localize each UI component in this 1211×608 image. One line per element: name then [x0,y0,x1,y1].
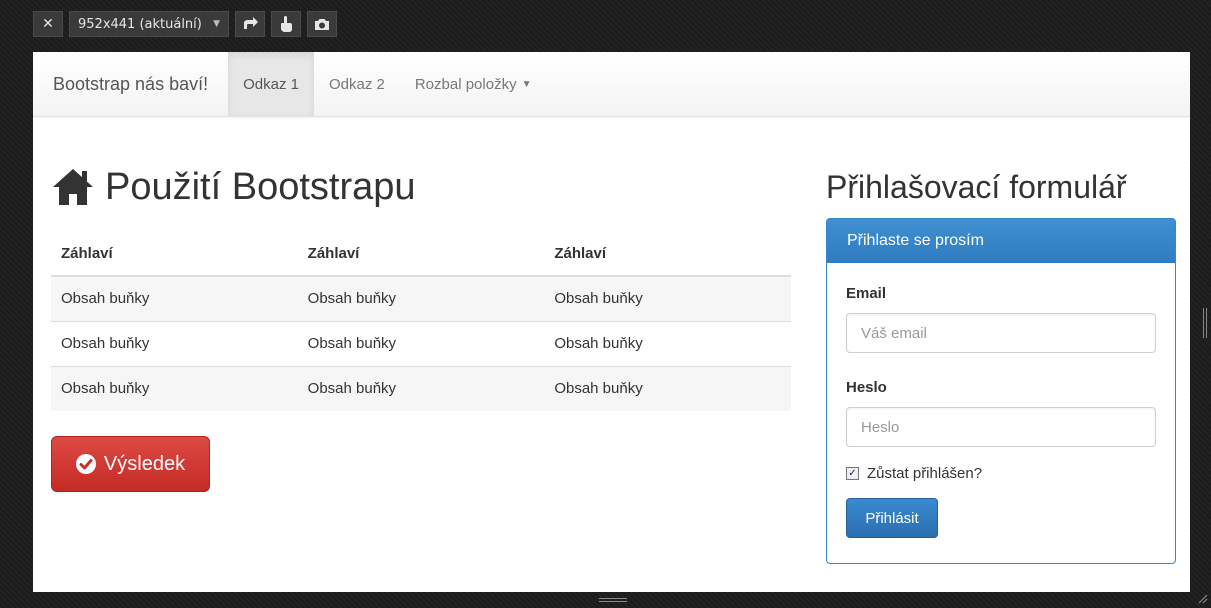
login-title: Přihlašovací formulář [826,168,1127,205]
login-panel: Přihlaste se prosím Email Váš email Hesl… [826,218,1176,564]
chevron-down-icon: ▼ [213,19,220,29]
caret-down-icon: ▼ [521,78,532,90]
nav-dropdown-toggle[interactable]: Rozbal položky ▼ [400,52,547,116]
resize-handle-right[interactable] [1203,308,1207,338]
result-button[interactable]: Výsledek [51,436,210,492]
table-cell: Obsah buňky [51,275,298,321]
result-button-label: Výsledek [103,452,186,475]
login-section: Přihlašovací formulář Přihlaste se prosí… [826,162,1176,564]
table-cell: Obsah buňky [544,365,791,411]
table-header-cell: Záhlaví [544,232,791,277]
table-cell: Obsah buňky [297,365,545,411]
nav-link-label: Rozbal položky [414,75,517,93]
nav-link-odkaz-1[interactable]: Odkaz 1 [228,52,314,116]
devtools-toolbar: ✕ 952x441 (aktuální) ▼ [33,10,337,38]
resize-handle-bottom[interactable] [599,598,627,602]
table-cell: Obsah buňky [51,365,298,411]
navbar-brand[interactable]: Bootstrap nás baví! [33,52,228,116]
table-row: Obsah buňky Obsah buňky Obsah buňky [51,275,791,321]
table-cell: Obsah buňky [297,275,545,321]
login-button[interactable]: Přihlásit [846,498,938,538]
table-row: Obsah buňky Obsah buňky Obsah buňky [51,365,791,411]
table-header-cell: Záhlaví [51,232,298,277]
nav-link-odkaz-2[interactable]: Odkaz 2 [314,52,400,116]
table-row: Obsah buňky Obsah buňky Obsah buňky [51,320,791,366]
main-content: Použití Bootstrapu Záhlaví Záhlaví Záhla… [51,162,791,411]
table-header-cell: Záhlaví [297,232,545,277]
password-field[interactable]: Heslo [846,407,1156,447]
nav-link-label: Odkaz 2 [328,75,385,93]
email-label: Email [846,285,887,302]
nav-link-label: Odkaz 1 [243,75,299,93]
table-cell: Obsah buňky [544,320,791,366]
touch-icon[interactable] [271,11,301,37]
page-viewport: Bootstrap nás baví! Odkaz 1 Odkaz 2 Rozb… [33,52,1190,592]
remember-checkbox[interactable]: ✓ [846,467,859,480]
password-label: Heslo [846,379,887,396]
device-size-label: 952x441 (aktuální) [78,16,202,32]
remember-label[interactable]: Zůstat přihlášen? [867,465,982,482]
resize-corner-icon[interactable] [1196,592,1208,604]
remember-me: ✓ Zůstat přihlášen? [846,465,1156,482]
page-title: Použití Bootstrapu [51,162,791,212]
device-size-select[interactable]: 952x441 (aktuální) ▼ [69,11,229,37]
login-form: Email Váš email Heslo Heslo ✓ Zůstat při… [827,263,1175,538]
table-cell: Obsah buňky [544,275,791,321]
data-table: Záhlaví Záhlaví Záhlaví Obsah buňky Obsa… [51,232,791,411]
email-field[interactable]: Váš email [846,313,1156,353]
ok-circle-icon [75,454,96,474]
rotate-icon[interactable] [235,11,265,37]
home-icon [53,169,93,205]
camera-icon[interactable] [307,11,337,37]
panel-heading: Přihlaste se prosím [827,219,1175,263]
navbar: Bootstrap nás baví! Odkaz 1 Odkaz 2 Rozb… [33,52,1190,117]
table-header-row: Záhlaví Záhlaví Záhlaví [51,232,791,277]
close-icon[interactable]: ✕ [33,11,63,37]
table-cell: Obsah buňky [51,320,298,366]
table-cell: Obsah buňky [297,320,545,366]
page-title-text: Použití Bootstrapu [105,165,416,208]
